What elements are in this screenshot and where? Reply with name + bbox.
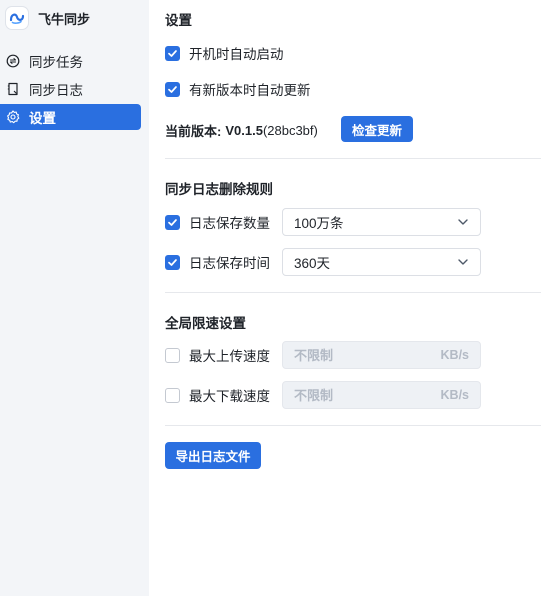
download-speed-field: KB/s [282, 381, 481, 409]
divider [165, 425, 541, 426]
checkbox-checked-icon [165, 214, 180, 230]
version-number: V0.1.5 [225, 122, 263, 138]
sidebar-item-settings[interactable]: 设置 [0, 104, 141, 130]
speed-limit-title: 全局限速设置 [165, 316, 246, 331]
log-rules-title: 同步日志删除规则 [165, 182, 273, 197]
auto-update-label: 有新版本时自动更新 [189, 83, 311, 98]
chevron-down-icon [457, 256, 469, 268]
sidebar-item-sync-log[interactable]: 同步日志 [0, 76, 141, 102]
divider [165, 158, 541, 159]
download-speed-unit: KB/s [440, 388, 469, 402]
checkbox-unchecked-icon [165, 387, 180, 403]
check-update-button[interactable]: 检查更新 [341, 116, 413, 142]
checkbox-checked-icon [165, 45, 180, 61]
settings-title: 设置 [165, 13, 192, 28]
sidebar-item-label: 同步日志 [29, 83, 83, 98]
log-time-checkbox[interactable]: 日志保存时间 [165, 253, 270, 271]
app-name: 飞牛同步 [38, 11, 91, 27]
sidebar-item-label: 同步任务 [29, 55, 83, 70]
checkbox-unchecked-icon [165, 347, 180, 363]
sidebar-item-sync-tasks[interactable]: 同步任务 [0, 48, 141, 74]
sidebar-item-label: 设置 [29, 111, 56, 126]
chevron-down-icon [457, 216, 469, 228]
download-speed-input[interactable] [294, 387, 441, 403]
version-info: 当前版本: V0.1.5 (28bc3bf) [165, 117, 318, 143]
upload-limit-checkbox[interactable]: 最大上传速度 [165, 346, 270, 364]
log-count-checkbox[interactable]: 日志保存数量 [165, 213, 270, 231]
checkbox-checked-icon [165, 254, 180, 270]
divider [165, 292, 541, 293]
upload-speed-unit: KB/s [440, 348, 469, 362]
log-count-value: 100万条 [294, 216, 344, 231]
download-limit-checkbox[interactable]: 最大下载速度 [165, 386, 270, 404]
version-label: 当前版本: [165, 123, 222, 139]
gear-icon [6, 110, 20, 124]
upload-speed-field: KB/s [282, 341, 481, 369]
checkbox-checked-icon [165, 81, 180, 97]
log-time-label: 日志保存时间 [189, 256, 270, 271]
log-count-label: 日志保存数量 [189, 216, 270, 231]
log-count-select[interactable]: 100万条 [282, 208, 481, 236]
log-time-value: 360天 [294, 256, 331, 271]
auto-update-checkbox[interactable]: 有新版本时自动更新 [165, 80, 311, 98]
app-logo-icon [6, 7, 28, 29]
download-limit-label: 最大下载速度 [189, 389, 270, 404]
log-document-icon [6, 82, 20, 96]
auto-start-label: 开机时自动启动 [189, 47, 284, 62]
app-brand: 飞牛同步 [6, 6, 90, 30]
log-time-select[interactable]: 360天 [282, 248, 481, 276]
version-hash: (28bc3bf) [262, 122, 318, 138]
upload-speed-input[interactable] [294, 347, 441, 363]
settings-panel: 设置 开机时自动启动 有新版本时自动更新 当前版本: V0.1.5 (28bc3… [149, 0, 541, 596]
export-log-button[interactable]: 导出日志文件 [165, 442, 261, 469]
sync-circle-icon [6, 54, 20, 68]
sidebar: 飞牛同步 同步任务 同步日志 设置 [0, 0, 149, 596]
auto-start-checkbox[interactable]: 开机时自动启动 [165, 44, 284, 62]
upload-limit-label: 最大上传速度 [189, 349, 270, 364]
